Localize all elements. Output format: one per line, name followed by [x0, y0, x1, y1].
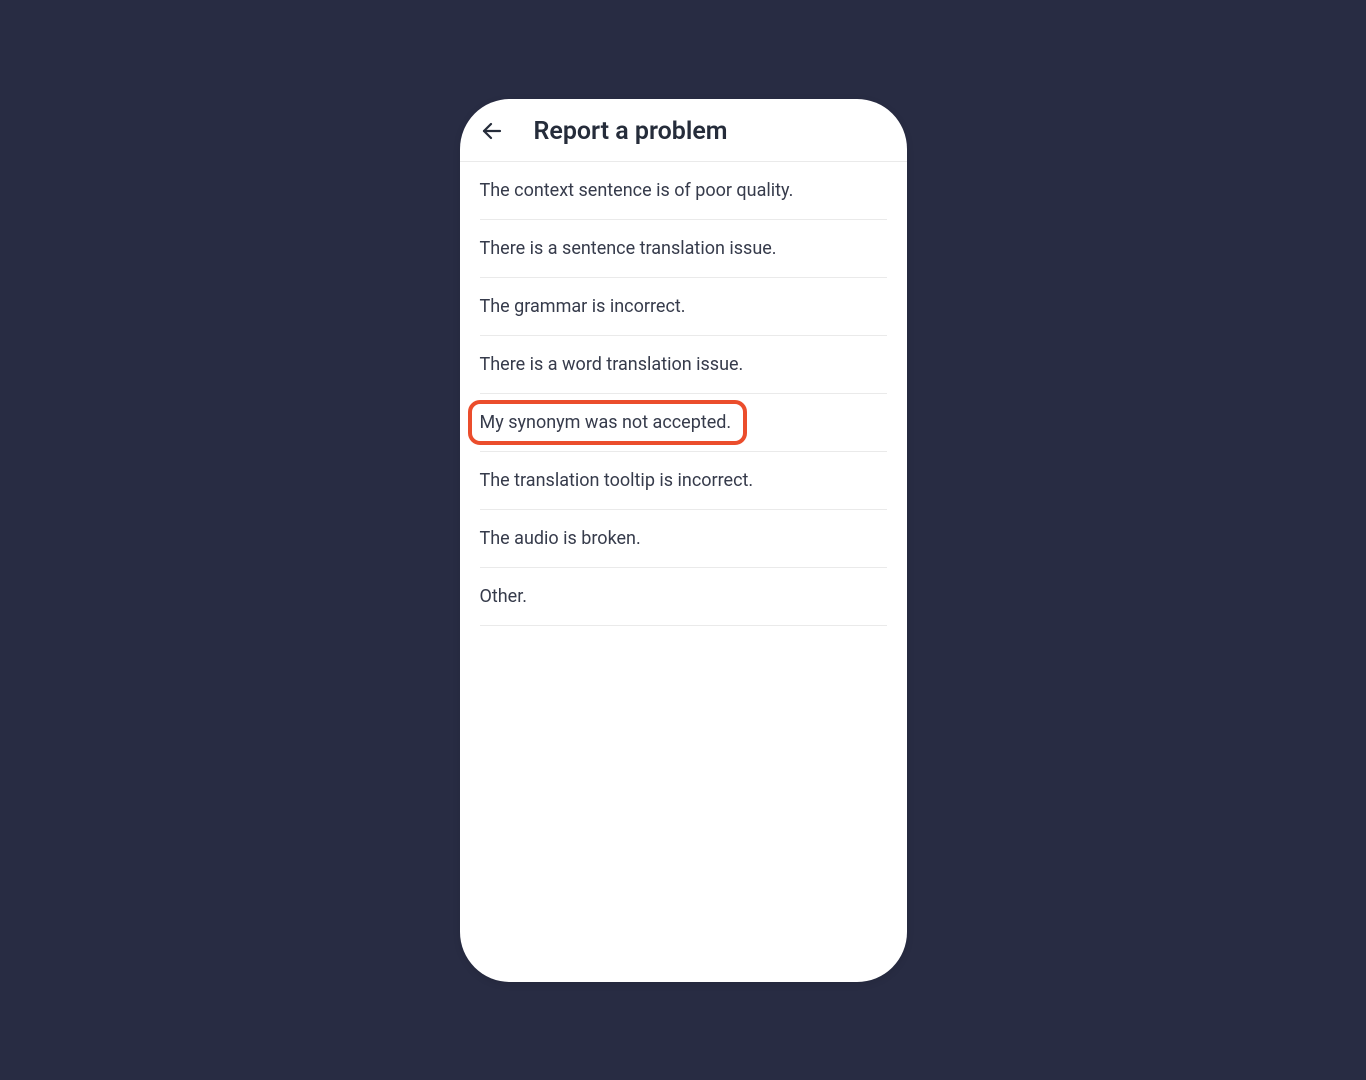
option-label: My synonym was not accepted.: [480, 412, 732, 433]
option-audio-broken[interactable]: The audio is broken.: [480, 510, 887, 568]
option-other[interactable]: Other.: [480, 568, 887, 626]
option-word-translation-issue[interactable]: There is a word translation issue.: [480, 336, 887, 394]
option-label: Other.: [480, 586, 528, 607]
option-context-sentence-poor[interactable]: The context sentence is of poor quality.: [480, 162, 887, 220]
option-grammar-incorrect[interactable]: The grammar is incorrect.: [480, 278, 887, 336]
back-button[interactable]: [478, 117, 506, 145]
option-label: The audio is broken.: [480, 528, 641, 549]
option-label: The context sentence is of poor quality.: [480, 180, 794, 201]
header: Report a problem: [460, 99, 907, 162]
option-translation-tooltip-incorrect[interactable]: The translation tooltip is incorrect.: [480, 452, 887, 510]
option-label: There is a sentence translation issue.: [480, 238, 777, 259]
phone-screen: Report a problem The context sentence is…: [460, 99, 907, 982]
options-list: The context sentence is of poor quality.…: [460, 162, 907, 626]
page-title: Report a problem: [534, 117, 728, 146]
option-label: The translation tooltip is incorrect.: [480, 470, 754, 491]
option-label: There is a word translation issue.: [480, 354, 744, 375]
option-label: The grammar is incorrect.: [480, 296, 686, 317]
option-sentence-translation-issue[interactable]: There is a sentence translation issue.: [480, 220, 887, 278]
arrow-left-icon: [480, 119, 504, 143]
option-synonym-not-accepted[interactable]: My synonym was not accepted.: [480, 394, 887, 452]
